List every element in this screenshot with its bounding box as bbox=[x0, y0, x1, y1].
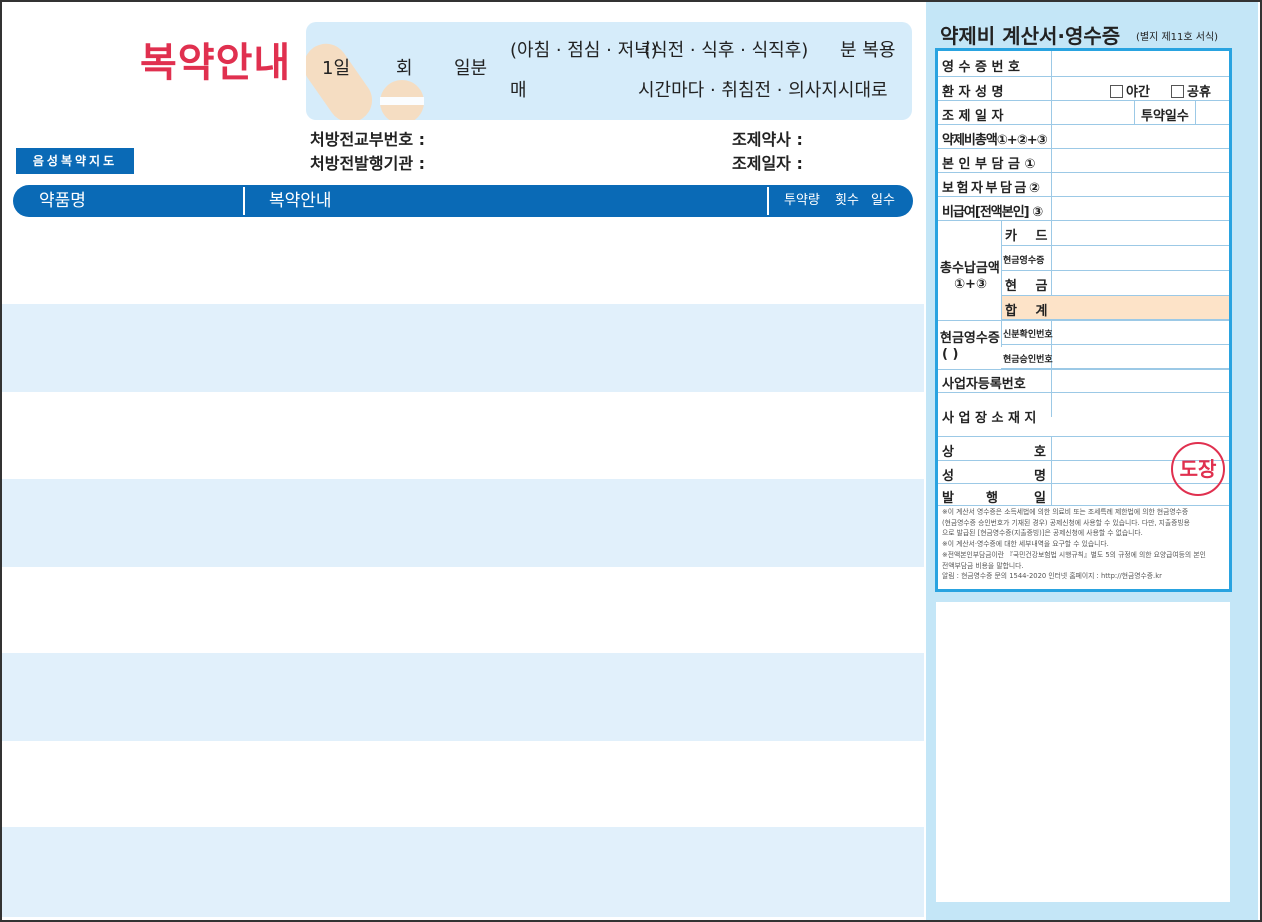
total-paid-label: 총수납금액 bbox=[940, 261, 1000, 276]
guide-section: 복약안내 1일 회 일분 (아침 · 점심 · 저녁) (식전 · 식후 · 식… bbox=[0, 0, 926, 922]
dose-others: 시간마다 · 취침전 · 의사지시대로 bbox=[638, 80, 888, 101]
receipt-blank-area bbox=[936, 602, 1230, 902]
dose-meals: (아침 · 점심 · 저녁) bbox=[510, 40, 658, 61]
dosage-instructions: 1일 회 일분 (아침 · 점심 · 저녁) (식전 · 식후 · 식직후) 분… bbox=[306, 22, 912, 120]
col-freq: 횟수 bbox=[835, 193, 859, 208]
pharmacist-label: 조제약사 : bbox=[732, 130, 803, 149]
row-receipt-no: 영 수 증 번 호 bbox=[938, 51, 1229, 77]
row-prep-date: 조 제 일 자 투약일수 bbox=[938, 101, 1229, 125]
receipt-form-ref: (별지 제11호 서식) bbox=[1136, 32, 1219, 43]
dose-days: 일분 bbox=[454, 58, 488, 79]
dose-days-label: 투약일수 bbox=[1141, 109, 1189, 124]
row-total-cost: 약제비총액①+②+③ bbox=[938, 125, 1229, 149]
dose-times: 회 bbox=[396, 58, 413, 79]
row-patient-name: 환 자 성 명 야간 공휴 bbox=[938, 77, 1229, 101]
receipt-title: 약제비 계산서·영수증 bbox=[940, 24, 1121, 48]
col-dose: 투약량 bbox=[784, 193, 820, 208]
table-row-band bbox=[2, 304, 924, 392]
row-sum: 합 계 bbox=[1001, 296, 1229, 320]
col-days: 일수 bbox=[871, 193, 895, 208]
row-non-covered: 비급여[전액본인] ③ bbox=[938, 197, 1229, 221]
row-approval-no: 현금승인번호 bbox=[1001, 345, 1229, 369]
row-self-pay: 본 인 부 담 금 ① bbox=[938, 149, 1229, 173]
table-row-band bbox=[2, 653, 924, 741]
dose-every: 매 bbox=[510, 80, 527, 101]
page-title: 복약안내 bbox=[140, 40, 292, 86]
receipt-panel: 약제비 계산서·영수증 (별지 제11호 서식) 영 수 증 번 호 환 자 성… bbox=[926, 2, 1258, 920]
row-insurer-pay: 보 험 자 부 담 금 ② bbox=[938, 173, 1229, 197]
prescription-number-label: 처방전교부번호 : bbox=[310, 130, 426, 149]
receipt-notes: ※이 계산서 영수증은 소득세법에 의한 의료비 또는 조세특례 제한법에 의한… bbox=[942, 508, 1206, 581]
col-guide: 복약안내 bbox=[269, 191, 332, 211]
medication-table-header: 약품명 복약안내 투약량 횟수 일수 bbox=[13, 185, 913, 217]
total-paid-formula: ①+③ bbox=[954, 277, 987, 292]
row-cash-receipt: 현금영수증 bbox=[1001, 246, 1229, 271]
dose-day: 1일 bbox=[322, 58, 351, 79]
cash-receipt-paren: ( ) bbox=[942, 347, 959, 362]
night-checkbox[interactable]: 야간 bbox=[1110, 81, 1150, 100]
table-row-band bbox=[2, 827, 924, 917]
voice-guide-button[interactable]: 음성복약지도 bbox=[16, 148, 134, 174]
dose-timing: (식전 · 식후 · 식직후) bbox=[644, 40, 809, 61]
dose-minutes: 분 복용 bbox=[840, 40, 896, 61]
row-id-no: 신분확인번호 bbox=[1001, 320, 1229, 345]
receipt-form: 영 수 증 번 호 환 자 성 명 야간 공휴 조 제 일 자 투약일수 약제비… bbox=[935, 48, 1232, 592]
dispense-date-label: 조제일자 : bbox=[732, 154, 803, 173]
stamp-seal: 도장 bbox=[1171, 442, 1225, 496]
table-row-band bbox=[2, 479, 924, 567]
header-divider bbox=[243, 187, 245, 215]
holiday-checkbox[interactable]: 공휴 bbox=[1171, 81, 1211, 100]
row-business-addr: 사 업 장 소 재 지 bbox=[938, 393, 1229, 437]
col-drug-name: 약품명 bbox=[39, 191, 86, 211]
header-divider bbox=[767, 187, 769, 215]
cash-receipt-label: 현금영수증 bbox=[940, 331, 1000, 346]
row-card: 카 드 bbox=[1001, 221, 1229, 246]
row-cash: 현 금 bbox=[1001, 271, 1229, 296]
prescription-institution-label: 처방전발행기관 : bbox=[310, 154, 426, 173]
row-business-no: 사업자등록번호 bbox=[938, 369, 1229, 393]
